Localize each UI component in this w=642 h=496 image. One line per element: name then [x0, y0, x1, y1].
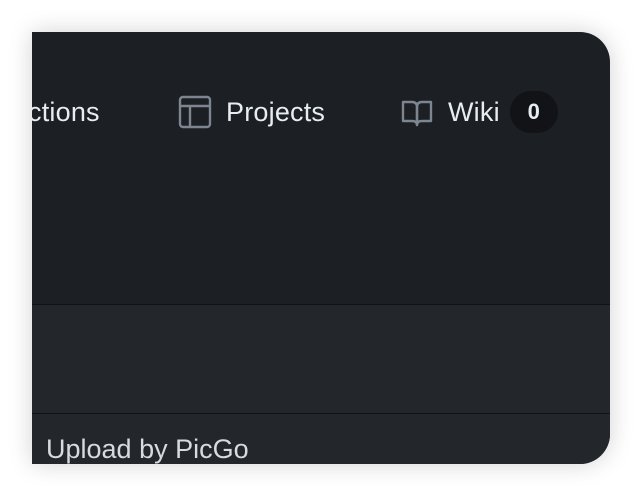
commit-message[interactable]: Upload by PicGo: [46, 434, 249, 464]
stage: ctions Projects Wiki 0 Upload by PicGo: [0, 0, 642, 496]
tab-wiki[interactable]: Wiki 0: [400, 90, 558, 134]
book-icon: [400, 95, 434, 129]
repo-window: ctions Projects Wiki 0 Upload by PicGo: [32, 32, 610, 464]
wiki-count-badge: 0: [509, 91, 558, 133]
tab-actions[interactable]: ctions: [32, 90, 100, 134]
repo-tabs: ctions Projects Wiki 0: [32, 32, 610, 182]
header-band: [32, 304, 610, 414]
tab-wiki-label: Wiki: [448, 96, 500, 127]
table-icon: [178, 95, 212, 129]
tab-actions-label: ctions: [32, 96, 100, 127]
tab-projects[interactable]: Projects: [178, 90, 325, 134]
tab-projects-label: Projects: [226, 96, 326, 127]
